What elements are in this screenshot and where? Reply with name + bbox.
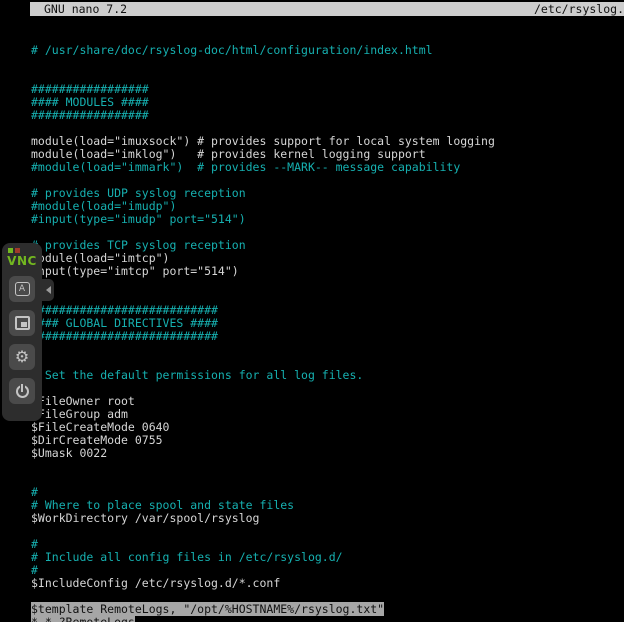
editor-line: $DirCreateMode 0755 [31, 434, 624, 447]
nano-titlebar: GNU nano 7.2 /etc/rsyslog. [30, 2, 624, 16]
editor-line: $WorkDirectory /var/spool/rsyslog [31, 512, 624, 525]
editor-line: *.* ?RemoteLogs [31, 616, 624, 622]
power-icon [15, 384, 30, 399]
novnc-logo: VNC [7, 248, 37, 268]
editor-line [31, 57, 624, 70]
settings-button[interactable]: ⚙ [9, 344, 35, 370]
editor-line: # /usr/share/doc/rsyslog-doc/html/config… [31, 44, 624, 57]
editor-line: #input(type="imudp" port="514") [31, 213, 624, 226]
editor-line: ################# [31, 109, 624, 122]
editor-line [31, 278, 624, 291]
editor-line: input(type="imtcp" port="514") [31, 265, 624, 278]
power-button[interactable] [9, 378, 35, 404]
editor-line [31, 473, 624, 486]
editor-line: # Include all config files in /etc/rsysl… [31, 551, 624, 564]
editor-line: $Umask 0022 [31, 447, 624, 460]
editor-line: # Set the default permissions for all lo… [31, 369, 624, 382]
editor-line [31, 460, 624, 473]
editor-line: $IncludeConfig /etc/rsyslog.d/*.conf [31, 577, 624, 590]
fullscreen-icon [15, 316, 30, 330]
vnc-terminal-canvas[interactable]: GNU nano 7.2 /etc/rsyslog. # /usr/share/… [30, 0, 624, 622]
nano-editor-area[interactable]: # /usr/share/doc/rsyslog-doc/html/config… [31, 18, 624, 622]
editor-lines: # /usr/share/doc/rsyslog-doc/html/config… [31, 44, 624, 622]
nano-filename-label: /etc/rsyslog. [534, 2, 624, 16]
nano-version-label: GNU nano 7.2 [44, 2, 127, 16]
novnc-logo-text: VNC [7, 254, 37, 268]
editor-line: ########################### [31, 330, 624, 343]
chevron-left-icon [46, 286, 51, 294]
extra-keys-button[interactable]: A [9, 276, 35, 302]
novnc-logo-pixels-icon [8, 248, 20, 253]
gear-icon: ⚙ [15, 349, 29, 365]
fullscreen-button[interactable] [9, 310, 35, 336]
editor-line [31, 343, 624, 356]
editor-line [31, 525, 624, 538]
control-bar-handle[interactable] [42, 279, 54, 301]
a-key-icon: A [15, 282, 30, 296]
novnc-control-bar: VNC A ⚙ [2, 243, 42, 421]
editor-line: #module(load="immark") # provides --MARK… [31, 161, 624, 174]
